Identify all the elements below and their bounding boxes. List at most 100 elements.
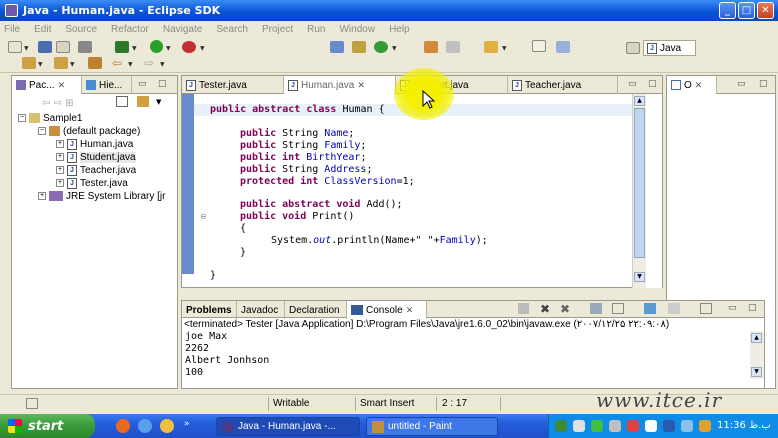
code-line[interactable]: public String Family; xyxy=(240,140,366,152)
new-icon[interactable] xyxy=(8,41,22,53)
last-edit-icon[interactable] xyxy=(88,57,102,69)
run-icon[interactable] xyxy=(150,40,163,53)
tray-icon[interactable] xyxy=(645,420,657,432)
scroll-lock-icon[interactable] xyxy=(612,303,624,314)
tab-teacher-java[interactable]: J Teacher.java xyxy=(508,76,618,94)
minimize-view-icon[interactable]: ▭ xyxy=(628,79,637,89)
expand-icon[interactable]: + xyxy=(56,153,64,161)
print-icon[interactable] xyxy=(56,41,70,53)
tab-javadoc[interactable]: Javadoc xyxy=(237,301,285,319)
editor-vscroll[interactable]: ▲ ▼ xyxy=(632,94,646,288)
ie-icon[interactable] xyxy=(138,419,152,433)
tray-icon[interactable] xyxy=(627,420,639,432)
tab-human-java[interactable]: J Human.java ✕ xyxy=(284,76,396,94)
menu-run[interactable]: Run xyxy=(307,24,325,35)
scroll-up-icon[interactable]: ▲ xyxy=(634,96,645,106)
maximize-button[interactable]: □ xyxy=(738,2,755,19)
tree-node-tester[interactable]: + J Tester.java xyxy=(56,177,128,189)
start-button[interactable]: start xyxy=(0,414,95,438)
forward-icon[interactable]: ⇨ xyxy=(144,57,158,69)
pin-console-icon[interactable] xyxy=(644,303,656,314)
tree-node-teacher[interactable]: + J Teacher.java xyxy=(56,164,136,176)
close-icon[interactable]: ✕ xyxy=(58,80,66,91)
fast-view-icon[interactable] xyxy=(26,398,38,409)
back-icon[interactable]: ⇦ xyxy=(112,57,126,69)
menu-refactor[interactable]: Refactor xyxy=(111,24,149,35)
code-line[interactable]: protected int ClassVersion=1; xyxy=(240,176,415,188)
console-vscroll[interactable]: ▲ ▼ xyxy=(750,331,764,379)
maximize-view-icon[interactable]: □ xyxy=(158,79,167,89)
code-line[interactable]: public abstract void Add(); xyxy=(240,199,403,211)
expand-icon[interactable]: + xyxy=(56,166,64,174)
prev-annotation-icon[interactable] xyxy=(54,57,68,69)
code-line[interactable]: } xyxy=(210,270,216,282)
task-eclipse[interactable]: Java - Human.java -... xyxy=(216,417,360,436)
expand-icon[interactable]: + xyxy=(56,140,64,148)
menu-help[interactable]: Help xyxy=(389,24,410,35)
tree-node-jre[interactable]: + JRE System Library [jr xyxy=(38,190,165,202)
close-icon[interactable]: ✕ xyxy=(357,80,365,91)
menu-window[interactable]: Window xyxy=(339,24,375,35)
open-task-icon[interactable] xyxy=(424,41,438,53)
tray-icon[interactable] xyxy=(591,420,603,432)
code-line[interactable]: System.out.println(Name+" "+Family); xyxy=(271,235,488,247)
media-icon[interactable] xyxy=(160,419,174,433)
menu-source[interactable]: Source xyxy=(65,24,97,35)
next-annotation-icon[interactable] xyxy=(22,57,36,69)
collapse-icon[interactable]: − xyxy=(18,114,26,122)
tray-icon[interactable] xyxy=(699,420,711,432)
open-type-icon[interactable] xyxy=(78,41,92,53)
tree-node-package[interactable]: − (default package) xyxy=(38,125,140,137)
menu-navigate[interactable]: Navigate xyxy=(163,24,202,35)
code-line[interactable]: public String Name; xyxy=(240,128,354,140)
external-tools-icon[interactable] xyxy=(182,41,196,53)
expand-icon[interactable]: + xyxy=(56,179,64,187)
view-menu-icon[interactable]: ▼ xyxy=(156,98,161,106)
search-icon[interactable] xyxy=(446,41,460,53)
display-console-icon[interactable] xyxy=(668,303,680,314)
show-whitespace-icon[interactable] xyxy=(556,41,570,53)
java-perspective-button[interactable]: J Java xyxy=(643,40,696,56)
task-paint[interactable]: untitled - Paint xyxy=(366,417,498,436)
scroll-down-icon[interactable]: ▼ xyxy=(751,367,762,377)
open-console-icon[interactable] xyxy=(700,303,712,314)
tab-hierarchy[interactable]: Hie... xyxy=(82,76,132,94)
fold-icon[interactable]: ⊖ xyxy=(200,212,207,221)
code-line[interactable]: { xyxy=(240,223,246,235)
tray-icon[interactable] xyxy=(573,420,585,432)
expand-icon[interactable]: + xyxy=(38,192,46,200)
maximize-view-icon[interactable]: □ xyxy=(748,303,757,313)
code-line[interactable]: } xyxy=(240,247,246,259)
tab-outline[interactable]: O ✕ xyxy=(667,76,717,94)
scroll-thumb[interactable] xyxy=(634,108,645,258)
folder-icon[interactable] xyxy=(484,41,498,53)
toggle-mark-icon[interactable] xyxy=(532,40,546,52)
menu-project[interactable]: Project xyxy=(262,24,293,35)
scroll-down-icon[interactable]: ▼ xyxy=(634,272,645,282)
tree-node-student[interactable]: + J Student.java xyxy=(56,151,136,163)
code-line[interactable]: public abstract class Human { xyxy=(210,104,385,116)
save-icon[interactable] xyxy=(38,41,52,53)
tree-node-project[interactable]: − Sample1 xyxy=(18,112,82,124)
new-class-icon[interactable] xyxy=(374,41,388,53)
menu-edit[interactable]: Edit xyxy=(34,24,51,35)
close-icon[interactable]: ✕ xyxy=(406,305,414,316)
tray-icon[interactable] xyxy=(609,420,621,432)
quick-launch-more-icon[interactable]: » xyxy=(184,419,190,429)
remove-launch-icon[interactable]: ✖ xyxy=(540,302,550,316)
clear-console-icon[interactable] xyxy=(590,303,602,314)
tab-console[interactable]: Console ✕ xyxy=(347,301,427,319)
tray-icon[interactable] xyxy=(555,420,567,432)
minimize-button[interactable]: _ xyxy=(719,2,736,19)
code-line[interactable]: public String Address; xyxy=(240,164,372,176)
tray-icon[interactable] xyxy=(681,420,693,432)
menu-search[interactable]: Search xyxy=(216,24,248,35)
code-line[interactable]: public int BirthYear; xyxy=(240,152,366,164)
firefox-icon[interactable] xyxy=(116,419,130,433)
terminate-icon[interactable] xyxy=(518,303,529,314)
tree-node-human[interactable]: + J Human.java xyxy=(56,138,133,150)
maximize-view-icon[interactable]: □ xyxy=(648,79,657,89)
link-with-editor-icon[interactable] xyxy=(137,96,149,107)
new-java-project-icon[interactable] xyxy=(330,41,344,53)
remove-all-icon[interactable]: ✖ xyxy=(560,302,570,316)
